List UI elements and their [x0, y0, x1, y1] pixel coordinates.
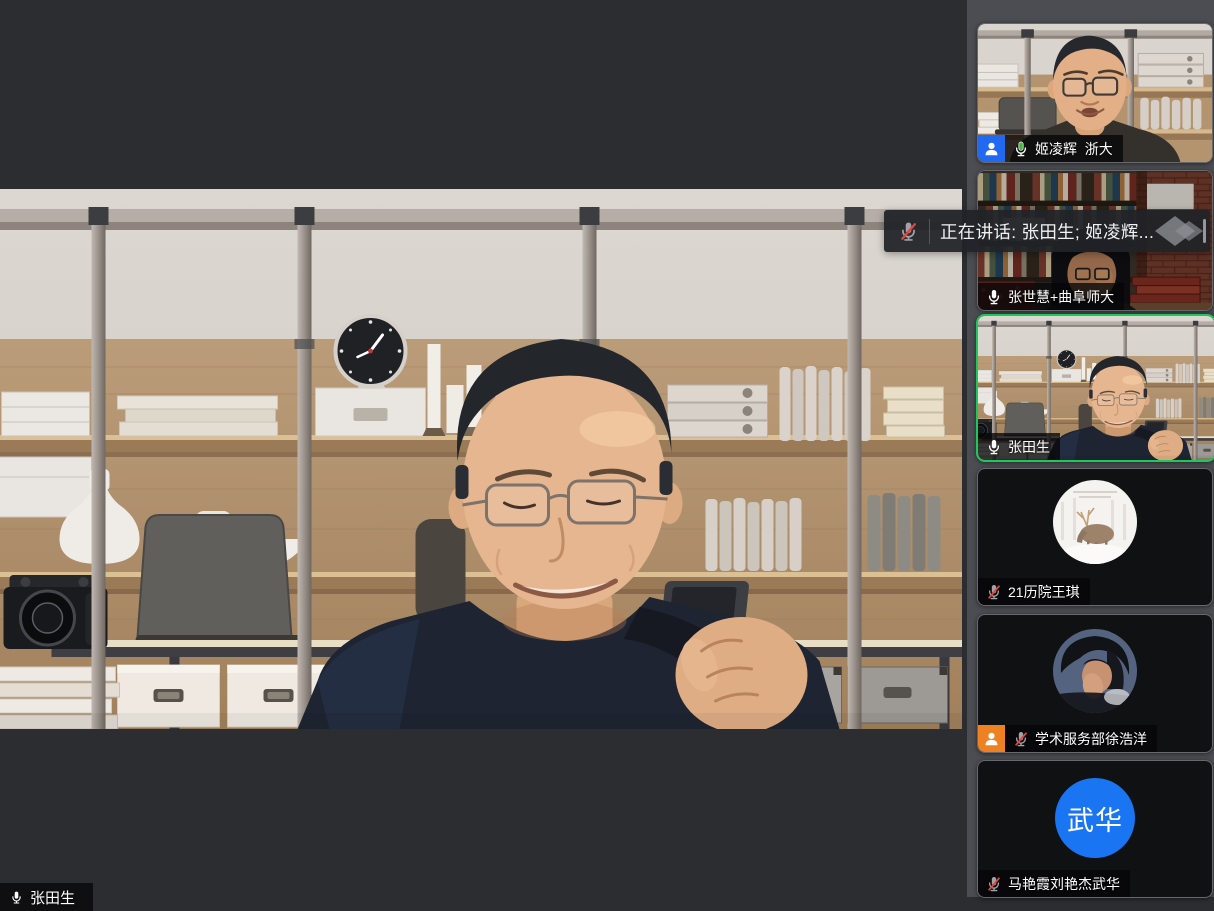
mic-on-icon	[985, 288, 1003, 306]
avatar	[1053, 629, 1137, 713]
participant-tile-ji-linghui[interactable]: 姬凌辉 浙大	[977, 23, 1213, 163]
participant-namebar: 学术服务部徐浩洋	[978, 725, 1157, 752]
banner-divider	[929, 219, 930, 244]
mic-muted-icon	[897, 220, 920, 243]
participant-tile-xu-haoyang[interactable]: 学术服务部徐浩洋	[977, 614, 1213, 753]
role-badge	[978, 725, 1005, 752]
participant-namebar: 马艳霞刘艳杰武华	[978, 870, 1130, 897]
participant-namebar: 21历院王琪	[978, 578, 1090, 605]
mic-muted-icon	[1012, 730, 1030, 748]
mic-active-icon	[1012, 140, 1030, 158]
main-stage-scene	[0, 189, 962, 729]
participant-name: 学术服务部徐浩洋	[1035, 729, 1147, 749]
avatar-initials: 武华	[1055, 778, 1135, 858]
participant-name: 马艳霞刘艳杰武华	[1008, 874, 1120, 894]
participant-tile-wang-qi[interactable]: 21历院王琪	[977, 468, 1213, 606]
participant-namebar: 姬凌辉 浙大	[978, 135, 1123, 162]
participants-sidebar: 姬凌辉 浙大 张世慧+曲阜师大 张田生 21历院王琪	[967, 0, 1214, 897]
mic-muted-icon	[985, 875, 1003, 893]
avatar-photo-snow	[1053, 480, 1137, 564]
now-speaking-text: 正在讲话: 张田生; 姬凌辉...	[940, 219, 1153, 244]
participant-tile-zhang-tiansheng-active[interactable]: 张田生	[976, 314, 1214, 462]
avatar-text: 武华	[1067, 799, 1123, 838]
participant-namebar: 张田生	[978, 433, 1060, 460]
avatar	[1053, 480, 1137, 564]
avatar-photo-portrait	[1053, 629, 1137, 713]
person-icon	[983, 730, 1000, 747]
mic-on-icon	[985, 438, 1003, 456]
host-badge	[978, 135, 1005, 162]
participant-name: 21历院王琪	[1008, 582, 1080, 602]
participant-name: 张田生	[1008, 437, 1050, 457]
person-icon	[983, 140, 1000, 157]
main-stage-video[interactable]	[0, 189, 962, 729]
double-diamond-logo	[1153, 213, 1207, 249]
main-speaker-label: 张田生	[0, 883, 93, 911]
main-stage: 张田生	[0, 0, 967, 897]
participant-name: 姬凌辉 浙大	[1035, 139, 1113, 159]
mic-on-icon	[9, 890, 24, 905]
mic-muted-icon	[985, 583, 1003, 601]
participant-namebar: 张世慧+曲阜师大	[978, 283, 1124, 310]
now-speaking-banner[interactable]: 正在讲话: 张田生; 姬凌辉...	[884, 210, 1210, 252]
participant-tile-wu-hua[interactable]: 武华 马艳霞刘艳杰武华	[977, 760, 1213, 898]
participant-name: 张世慧+曲阜师大	[1008, 287, 1114, 307]
main-speaker-name: 张田生	[30, 887, 75, 908]
